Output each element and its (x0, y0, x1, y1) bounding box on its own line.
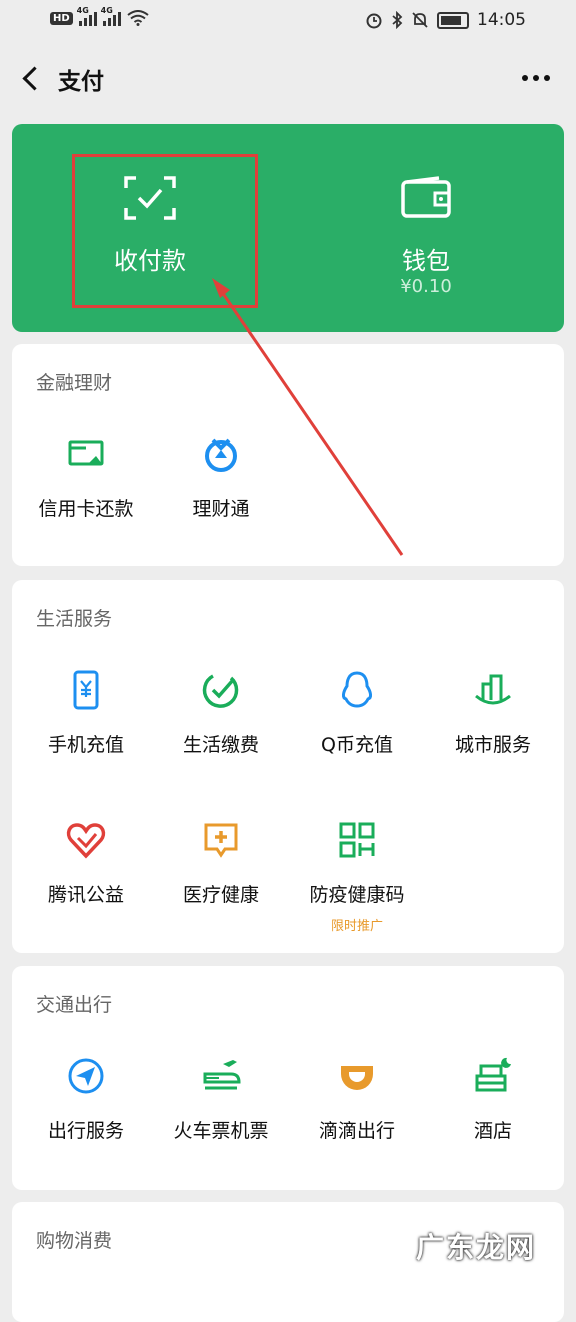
service-label: 腾讯公益 (17, 880, 155, 907)
more-button[interactable] (520, 70, 552, 86)
service-charity[interactable]: 腾讯公益 (17, 820, 155, 907)
section-title-finance: 金融理财 (36, 368, 112, 395)
service-phone-recharge[interactable]: 手机充值 (17, 670, 155, 757)
network-type-1: 4G (77, 6, 89, 15)
annotation-highlight-box (72, 154, 258, 308)
train-plane-icon (201, 1056, 241, 1096)
service-wealth[interactable]: 理财通 (152, 434, 290, 521)
wallet-balance: ¥0.10 (288, 276, 564, 297)
nav-bar: 支付 (0, 42, 576, 114)
utility-payment-icon (201, 670, 241, 710)
wallet-button[interactable]: 钱包 ¥0.10 (288, 124, 564, 332)
service-label: 防疫健康码 (288, 880, 426, 907)
service-label: 医疗健康 (152, 880, 290, 907)
service-label: 城市服务 (424, 730, 562, 757)
service-label: 手机充值 (17, 730, 155, 757)
service-credit-card[interactable]: 信用卡还款 (17, 434, 155, 521)
section-title-transport: 交通出行 (36, 990, 112, 1017)
section-finance: 金融理财 信用卡还款 理财通 (12, 344, 564, 566)
wallet-icon (401, 176, 451, 218)
status-bar-left: HD 4G 4G (50, 10, 149, 26)
back-button[interactable] (16, 58, 52, 98)
credit-card-icon (66, 434, 106, 474)
signal-icon-2: 4G (103, 10, 121, 26)
service-medical[interactable]: 医疗健康 (152, 820, 290, 907)
service-train-plane[interactable]: 火车票机票 (152, 1056, 290, 1143)
mute-bell-icon (411, 11, 429, 29)
service-label: 理财通 (152, 494, 290, 521)
charity-heart-icon (66, 820, 106, 860)
service-label: 生活缴费 (152, 730, 290, 757)
battery-icon (437, 12, 469, 29)
qq-coin-icon (337, 670, 377, 710)
phone-recharge-icon (66, 670, 106, 710)
service-qq-coin[interactable]: Q币充值 (288, 670, 426, 757)
signal-icon: 4G (79, 10, 97, 26)
service-label: 出行服务 (17, 1116, 155, 1143)
service-health-code[interactable]: 防疫健康码 限时推广 (288, 820, 426, 934)
bluetooth-icon (391, 11, 403, 29)
status-time: 14:05 (477, 10, 526, 30)
wealth-icon (201, 434, 241, 474)
promo-badge: 限时推广 (288, 915, 426, 934)
alarm-icon (365, 11, 383, 29)
service-label: 滴滴出行 (288, 1116, 426, 1143)
city-service-icon (473, 670, 513, 710)
page-title: 支付 (58, 62, 104, 96)
payment-card: 收付款 钱包 ¥0.10 (12, 124, 564, 332)
service-label: Q币充值 (288, 730, 426, 757)
watermark-text: 广东龙网 (416, 1226, 536, 1266)
section-transport: 交通出行 出行服务 火车票机票 滴滴出行 酒店 (12, 966, 564, 1190)
service-travel[interactable]: 出行服务 (17, 1056, 155, 1143)
qr-code-icon (337, 820, 377, 860)
service-city[interactable]: 城市服务 (424, 670, 562, 757)
service-label: 酒店 (424, 1116, 562, 1143)
network-type-2: 4G (101, 6, 113, 15)
section-title-life: 生活服务 (36, 604, 112, 631)
hotel-bed-icon (473, 1056, 513, 1096)
service-utility[interactable]: 生活缴费 (152, 670, 290, 757)
section-title-shopping: 购物消费 (36, 1226, 112, 1253)
service-didi[interactable]: 滴滴出行 (288, 1056, 426, 1143)
section-life: 生活服务 手机充值 生活缴费 Q币充值 城市服务 腾讯公益 (12, 580, 564, 953)
hd-badge: HD (50, 12, 73, 25)
navigation-icon (66, 1056, 106, 1096)
service-label: 信用卡还款 (17, 494, 155, 521)
service-label: 火车票机票 (152, 1116, 290, 1143)
status-bar: HD 4G 4G 14:05 (0, 0, 576, 42)
didi-icon (337, 1056, 377, 1096)
wifi-icon (127, 10, 149, 26)
wallet-label: 钱包 (288, 241, 564, 276)
medical-icon (201, 820, 241, 860)
service-hotel[interactable]: 酒店 (424, 1056, 562, 1143)
status-bar-right: 14:05 (365, 10, 526, 30)
